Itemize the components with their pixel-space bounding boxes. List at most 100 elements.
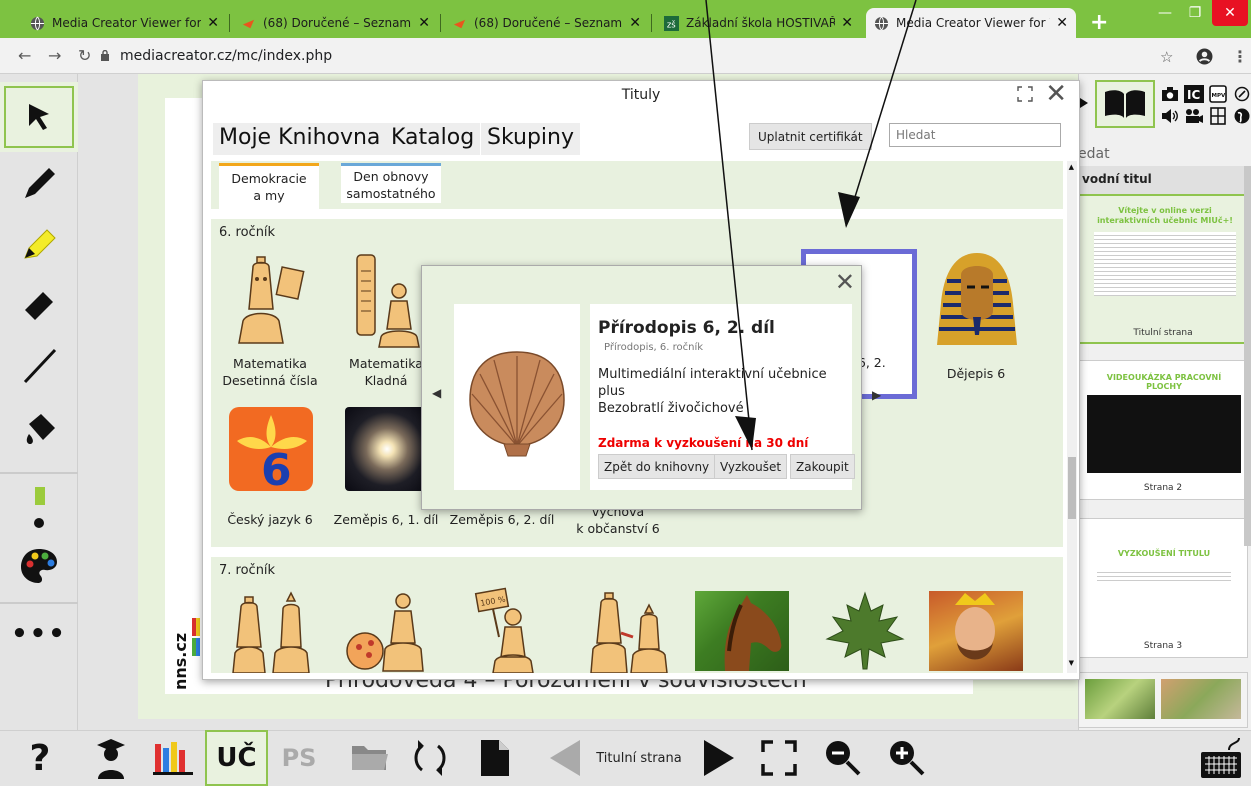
- url-field[interactable]: mediacreator.cz/mc/index.php: [120, 48, 332, 64]
- close-icon[interactable]: ✕: [1045, 81, 1067, 107]
- tab-skupiny[interactable]: Skupiny: [481, 123, 581, 155]
- forward-icon[interactable]: →: [48, 46, 61, 65]
- ps-button[interactable]: PS: [274, 730, 324, 786]
- highlighter-tool[interactable]: [0, 214, 78, 274]
- zoom-out-icon[interactable]: [818, 730, 868, 786]
- keyboard-icon[interactable]: [1196, 730, 1246, 786]
- tab-separator: [651, 14, 652, 32]
- next-page-button[interactable]: [694, 730, 744, 786]
- uc-button[interactable]: UČ: [205, 730, 268, 786]
- rotate-icon[interactable]: [405, 730, 455, 786]
- new-tab-button[interactable]: +: [1090, 10, 1108, 35]
- video-camera-icon[interactable]: [1184, 106, 1204, 126]
- item-caption: Matematika Desetinná čísla: [222, 356, 318, 388]
- tab-moje-knihovna[interactable]: Moje Knihovna: [213, 123, 387, 155]
- thumbnail-heading: VIDEOUKÁZKA PRACOVNÍ PLOCHY: [1106, 373, 1222, 391]
- close-tab-icon[interactable]: ✕: [841, 15, 853, 31]
- browser-tab[interactable]: (68) Doručené – Seznam Ema ✕: [233, 8, 438, 38]
- svg-text:nns.cz: nns.cz: [171, 633, 190, 690]
- teacher-icon[interactable]: [86, 730, 136, 786]
- scroll-thumb[interactable]: [1068, 457, 1076, 519]
- more-tools-icon[interactable]: •••: [0, 604, 78, 664]
- tab-separator: [229, 14, 230, 32]
- back-to-library-button[interactable]: Zpět do knihovny: [598, 454, 716, 479]
- catalog-item-history-6[interactable]: Dějepis 6: [921, 249, 1031, 399]
- catalog-item[interactable]: Den obnovy samostatného: [341, 163, 441, 203]
- window-close-button[interactable]: ✕: [1212, 0, 1248, 26]
- size-selector[interactable]: [0, 476, 78, 536]
- catalog-item-math-decimals[interactable]: Matematika Desetinná čísla: [215, 249, 325, 399]
- catalog-scrollbar[interactable]: [1067, 161, 1077, 673]
- close-tab-icon[interactable]: ✕: [418, 15, 430, 31]
- thumbnail-scrollbar[interactable]: [1244, 166, 1251, 546]
- previous-page-button[interactable]: [540, 730, 590, 786]
- reload-icon[interactable]: ↻: [78, 46, 91, 65]
- thumbnail-page-3[interactable]: VYZKOUŠENÍ TITULU Strana 3: [1078, 518, 1248, 658]
- library-icon[interactable]: [148, 730, 198, 786]
- thumbnail-page-1[interactable]: Vítejte v online verzi interaktivních uč…: [1078, 194, 1248, 344]
- catalog-item-czech-6[interactable]: 6 Český jazyk 6: [215, 407, 325, 537]
- open-book-icon: [1105, 90, 1145, 118]
- eraser-tool[interactable]: [0, 274, 78, 334]
- link-icon[interactable]: [1232, 84, 1251, 104]
- thumbnail-page-2[interactable]: VIDEOUKÁZKA PRACOVNÍ PLOCHY Strana 2: [1078, 360, 1248, 500]
- expand-icon[interactable]: [1017, 86, 1033, 102]
- chevron-left-icon[interactable]: ◀: [432, 386, 441, 400]
- book-description: Multimediální interaktivní učebnice plus…: [598, 366, 848, 417]
- chevron-right-icon[interactable]: ▶: [872, 388, 881, 402]
- pointer-tool[interactable]: [0, 82, 78, 152]
- restore-button[interactable]: ❐: [1180, 0, 1210, 26]
- description-line: plus: [598, 384, 625, 399]
- zoom-in-icon[interactable]: [882, 730, 932, 786]
- minimize-button[interactable]: —: [1150, 0, 1180, 26]
- search-input[interactable]: Hledat: [889, 123, 1061, 147]
- thumbnail-page-4[interactable]: [1078, 672, 1248, 728]
- line-size-icon: [34, 487, 45, 528]
- browser-tab[interactable]: zš Základní škola HOSTIVAŘ ✕: [656, 8, 861, 38]
- catalog-section-grade-7: 7. ročník 100 %: [211, 557, 1063, 673]
- scroll-up-arrow-icon[interactable]: ▲: [1069, 163, 1074, 171]
- web-globe-icon[interactable]: [1232, 106, 1251, 126]
- browser-tab[interactable]: Media Creator Viewer for Wi ✕: [22, 8, 227, 38]
- layout-icon[interactable]: [1208, 106, 1228, 126]
- fullscreen-icon[interactable]: [754, 730, 804, 786]
- fill-tool[interactable]: [0, 400, 78, 460]
- browser-tab-active[interactable]: Media Creator Viewer for Wi ✕: [866, 8, 1076, 38]
- folder-icon[interactable]: [345, 730, 395, 786]
- profile-icon[interactable]: [1196, 48, 1213, 65]
- horse-head-shape: [724, 595, 782, 671]
- help-icon[interactable]: ?: [20, 730, 60, 786]
- catalog-item[interactable]: Demokracie a my: [219, 163, 319, 209]
- camera-icon[interactable]: [1160, 84, 1180, 104]
- buy-button[interactable]: Zakoupit: [790, 454, 855, 479]
- redeem-certificate-button[interactable]: Uplatnit certifikát: [749, 123, 872, 150]
- video-thumbnail: [1087, 395, 1241, 473]
- close-tab-icon[interactable]: ✕: [207, 15, 219, 31]
- audio-icon[interactable]: [1160, 106, 1180, 126]
- browser-tab[interactable]: (68) Doručené – Seznam Ema ✕: [444, 8, 649, 38]
- mpv-icon[interactable]: MPV: [1208, 84, 1228, 104]
- tab-katalog[interactable]: Katalog: [385, 123, 481, 155]
- library-book-button[interactable]: [1095, 80, 1155, 128]
- ic-icon[interactable]: IC: [1184, 84, 1204, 104]
- description-line: Multimediální interaktivní učebnice: [598, 367, 827, 382]
- tab-separator: [440, 14, 441, 32]
- color-palette-tool[interactable]: [0, 536, 78, 596]
- pen-tool[interactable]: [0, 154, 78, 214]
- close-tab-icon[interactable]: ✕: [629, 15, 641, 31]
- book-title: Přírodopis 6, 2. díl: [598, 318, 775, 338]
- menu-dots-icon[interactable]: ⋮: [1232, 47, 1248, 66]
- try-button[interactable]: Vyzkoušet: [714, 454, 788, 479]
- back-icon[interactable]: ←: [18, 46, 31, 65]
- line-icon: [23, 348, 57, 384]
- catalog-section-previous: Demokracie a my Den obnovy samostatného: [211, 161, 1063, 209]
- thumbnail-search-input[interactable]: edat: [1078, 146, 1110, 162]
- document-icon[interactable]: [470, 730, 520, 786]
- globe-icon: [30, 16, 45, 30]
- bookmark-star-icon[interactable]: ☆: [1160, 48, 1173, 66]
- thumbnail-heading: Vítejte v online verzi interaktivních uč…: [1097, 206, 1233, 225]
- close-tab-icon[interactable]: ✕: [1056, 15, 1068, 31]
- scroll-down-arrow-icon[interactable]: ▼: [1069, 659, 1074, 667]
- close-icon[interactable]: ✕: [835, 268, 855, 296]
- line-tool[interactable]: [0, 336, 78, 396]
